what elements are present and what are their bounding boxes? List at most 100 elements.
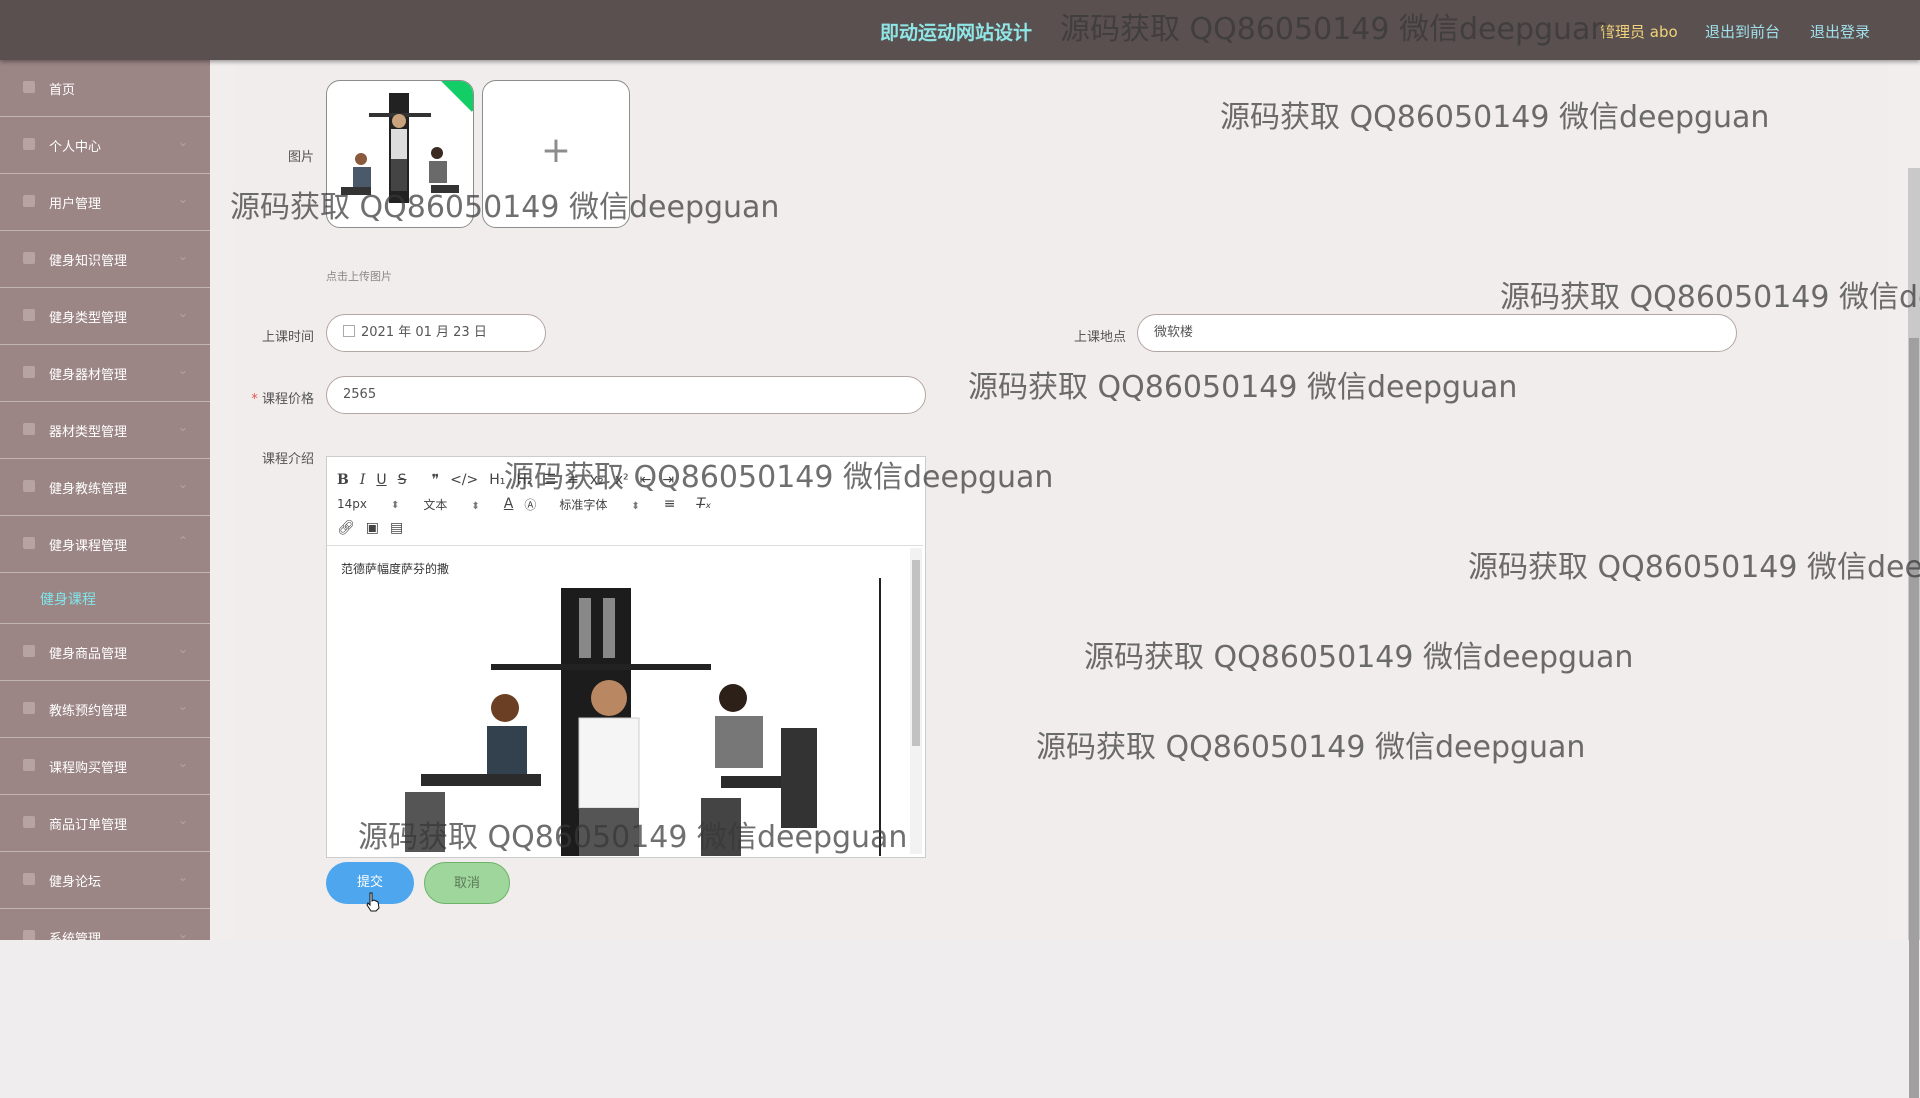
rich-text-editor[interactable]: B I U S ❞ </> H₁ H₂ ☰ ≡ x₂ x² ⇤ ⇥ 14px ⬍ … <box>326 456 926 858</box>
sidebar-item-label: 健身知识管理 <box>49 254 128 269</box>
italic-button[interactable]: I <box>360 472 366 488</box>
cancel-button[interactable]: 取消 <box>424 862 510 904</box>
uploaded-image-card[interactable] <box>326 80 474 228</box>
editor-toolbar-row-2: 14px ⬍ 文本 ⬍ A Ⓐ 标准字体 ⬍ ≡ T̶ₓ <box>337 493 722 515</box>
background-color-button[interactable]: Ⓐ <box>524 496 536 513</box>
sidebar-item-equipment[interactable]: 健身器材管理 ⌄ <box>0 345 210 402</box>
sidebar-item-label: 课程购买管理 <box>49 761 128 776</box>
chevron-down-icon: ⌄ <box>177 420 188 434</box>
home-icon <box>23 81 35 93</box>
sidebar-item-forum[interactable]: 健身论坛 ⌄ <box>0 852 210 909</box>
upload-add-button[interactable]: + <box>482 80 630 228</box>
cart-icon <box>23 252 35 264</box>
hand-cursor-icon <box>366 892 380 912</box>
gym-equipment-image <box>341 578 893 856</box>
cart-icon <box>23 816 35 828</box>
paragraph-select[interactable]: 文本 ⬍ <box>423 496 479 513</box>
course-date-value: 2021 年 01 月 23 日 <box>361 325 487 340</box>
exit-to-front-link[interactable]: 退出到前台 <box>1705 21 1780 42</box>
bullet-list-button[interactable]: ≡ <box>567 472 579 488</box>
user-icon <box>23 138 35 150</box>
chevron-down-icon: ⌄ <box>177 477 188 491</box>
sidebar-item-label: 健身课程管理 <box>49 539 128 554</box>
sidebar-item-course[interactable]: 健身课程管理 ⌃ <box>0 516 210 573</box>
font-family-select[interactable]: 标准字体 ⬍ <box>559 496 639 513</box>
bold-button[interactable]: B <box>337 472 349 488</box>
sidebar-item-label: 健身教练管理 <box>49 482 128 497</box>
gear-icon <box>23 930 35 940</box>
sidebar-item-fitness-knowledge[interactable]: 健身知识管理 ⌄ <box>0 231 210 288</box>
editor-toolbar-row-3: 🔗︎ ▣ ▤ <box>337 517 414 539</box>
sidebar-subitem-label: 健身课程 <box>40 592 96 608</box>
heading1-button[interactable]: H₁ <box>489 472 505 488</box>
sidebar-item-profile[interactable]: 个人中心 ⌄ <box>0 117 210 174</box>
chevron-down-icon: ⌄ <box>177 363 188 377</box>
heading2-button[interactable]: H₂ <box>516 472 532 488</box>
subscript-button[interactable]: x₂ <box>590 472 604 488</box>
strikethrough-button[interactable]: S <box>398 472 407 488</box>
sidebar-item-equipment-type[interactable]: 器材类型管理 ⌄ <box>0 402 210 459</box>
course-place-value: 微软楼 <box>1154 325 1194 340</box>
outdent-button[interactable]: ⇤ <box>640 472 652 488</box>
chevron-down-icon: ⌄ <box>177 756 188 770</box>
indent-button[interactable]: ⇥ <box>662 472 674 488</box>
sidebar-item-label: 健身器材管理 <box>49 368 128 383</box>
sidebar-item-label: 健身类型管理 <box>49 311 128 326</box>
sidebar-item-goods[interactable]: 健身商品管理 ⌄ <box>0 624 210 681</box>
sidebar-item-purchase[interactable]: 课程购买管理 ⌄ <box>0 738 210 795</box>
font-color-button[interactable]: A <box>504 496 514 512</box>
course-date-input[interactable]: 2021 年 01 月 23 日 <box>326 314 546 352</box>
page-scrollbar[interactable] <box>1908 168 1920 1098</box>
admin-label: 管理员 abo <box>1600 23 1678 41</box>
align-button[interactable]: ≡ <box>664 496 676 512</box>
sidebar-item-label: 个人中心 <box>49 140 102 155</box>
course-place-input[interactable]: 微软楼 <box>1137 314 1737 352</box>
site-title: 即动运动网站设计 <box>880 22 1033 44</box>
editor-toolbar-row-1: B I U S ❞ </> H₁ H₂ ☰ ≡ x₂ x² ⇤ ⇥ <box>337 469 685 491</box>
sidebar-item-home[interactable]: 首页 <box>0 60 210 117</box>
chevron-down-icon: ⌄ <box>177 699 188 713</box>
editor-content[interactable]: 范德萨幅度萨芬的撒 <box>327 545 923 856</box>
chevron-down-icon: ⌄ <box>177 870 188 884</box>
sidebar-item-label: 健身论坛 <box>49 875 102 890</box>
upload-hint: 点击上传图片 <box>326 270 392 283</box>
logout-link[interactable]: 退出登录 <box>1810 21 1870 42</box>
sidebar-subitem-course[interactable]: 健身课程 <box>0 573 210 624</box>
image-icon[interactable]: ▣ <box>366 520 379 536</box>
sidebar-item-orders[interactable]: 商品订单管理 ⌄ <box>0 795 210 852</box>
flag-icon <box>23 645 35 657</box>
sidebar-item-users[interactable]: 用户管理 ⌄ <box>0 174 210 231</box>
video-icon[interactable]: ▤ <box>390 520 403 536</box>
sidebar-item-system[interactable]: 系统管理 ⌄ <box>0 909 210 940</box>
blockquote-button[interactable]: ❞ <box>432 472 440 488</box>
code-block-button[interactable]: </> <box>450 472 478 488</box>
chevron-down-icon: ⌄ <box>177 249 188 263</box>
page-scrollbar-thumb[interactable] <box>1909 338 1919 1098</box>
editor-scrollbar-thumb[interactable] <box>912 560 920 746</box>
sidebar-item-coach[interactable]: 健身教练管理 ⌄ <box>0 459 210 516</box>
superscript-button[interactable]: x² <box>615 472 629 488</box>
font-size-value: 14px <box>337 497 367 511</box>
sidebar-item-fitness-type[interactable]: 健身类型管理 ⌄ <box>0 288 210 345</box>
select-arrows-icon: ⬍ <box>391 500 400 511</box>
font-family-value: 标准字体 <box>559 497 608 512</box>
ordered-list-button[interactable]: ☰ <box>544 472 557 488</box>
course-price-input[interactable]: 2565 <box>326 376 926 414</box>
clear-format-button[interactable]: T̶ₓ <box>697 496 712 512</box>
link-icon[interactable]: 🔗︎ <box>337 520 355 536</box>
user-icon <box>23 366 35 378</box>
intro-label: 课程介绍 <box>261 452 314 467</box>
chevron-down-icon: ⌄ <box>177 135 188 149</box>
grid-icon <box>23 195 35 207</box>
time-label: 上课时间 <box>261 330 314 345</box>
sidebar-item-label: 系统管理 <box>49 932 102 940</box>
chart-icon <box>23 423 35 435</box>
top-bar: 即动运动网站设计 管理员 abo 退出到前台 退出登录 <box>0 0 1920 60</box>
sidebar-item-booking[interactable]: 教练预约管理 ⌄ <box>0 681 210 738</box>
calendar-icon <box>343 325 355 337</box>
image-label: 图片 <box>287 150 314 165</box>
font-size-select[interactable]: 14px ⬍ <box>337 497 399 511</box>
underline-button[interactable]: U <box>376 472 386 488</box>
editor-scrollbar[interactable] <box>910 548 922 854</box>
chevron-down-icon: ⌄ <box>177 306 188 320</box>
